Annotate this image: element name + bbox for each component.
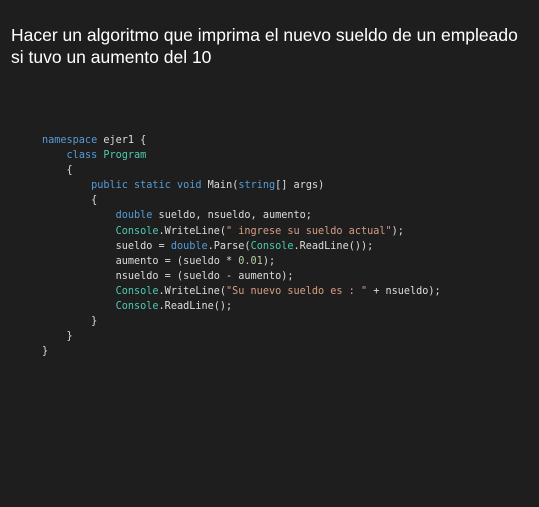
keyword-token: public [91,180,128,192]
code-line: public static void Main(string[] args) [42,178,441,193]
code-text: ejer1 { [97,135,147,146]
code-line: Console.WriteLine("Su nuevo sueldo es : … [42,284,441,299]
string-token: "Su nuevo sueldo es : " [226,285,368,297]
code-text: Main( [201,180,239,192]
code-text: ); [262,255,276,267]
keyword-token: static [134,180,171,192]
code-line: sueldo = double.Parse(Console.ReadLine()… [42,239,441,254]
code-text: .WriteLine( [158,225,227,237]
code-text: } [42,331,73,343]
code-line: { [42,163,441,178]
code-text: + nsueldo); [367,285,441,297]
code-text: sueldo = [42,240,171,252]
code-text: { [42,195,98,207]
number-token: 0.01 [238,255,263,267]
code-line: Console.ReadLine(); [42,299,441,314]
code-text: sueldo, nsueldo, aumento; [152,210,312,222]
code-line: aumento = (sueldo * 0.01); [42,254,441,269]
type-token: Console [250,240,294,252]
slide: Hacer un algoritmo que imprima el nuevo … [0,0,539,507]
slide-title-line-2: si tuvo un aumento del 10 [11,47,212,67]
type-token: Console [115,225,159,237]
code-block: namespace ejer1 { class Program { public… [42,133,441,359]
code-text: .ReadLine(); [158,301,233,313]
code-line: class Program [42,148,441,163]
code-line: nsueldo = (sueldo - aumento); [42,269,441,284]
type-token: Program [103,150,147,162]
code-text: [] args) [275,180,325,192]
code-line: } [42,314,441,329]
keyword-token: class [66,150,98,162]
slide-title-line-1: Hacer un algoritmo que imprima el nuevo … [11,25,518,45]
type-token: Console [115,285,159,297]
slide-title: Hacer un algoritmo que imprima el nuevo … [11,24,531,68]
code-text: .Parse( [207,240,251,252]
string-token: " ingrese su sueldo actual" [226,225,392,237]
code-line: } [42,329,441,344]
code-text: { [42,165,73,177]
keyword-token: double [115,210,153,222]
code-text: .WriteLine( [158,285,227,297]
code-text: } [42,316,98,328]
keyword-token: void [176,180,202,192]
code-text: .ReadLine()); [293,240,374,252]
code-text: } [42,346,49,358]
code-line: } [42,344,441,359]
code-text: nsueldo = (sueldo - aumento); [42,270,294,282]
code-text: ); [391,225,404,237]
keyword-token: namespace [42,135,98,146]
code-line: double sueldo, nsueldo, aumento; [42,208,441,223]
code-line: { [42,193,441,208]
code-text: aumento = (sueldo * [42,255,239,267]
code-line: namespace ejer1 { [42,133,441,148]
keyword-token: string [238,180,276,192]
keyword-token: double [170,240,208,252]
type-token: Console [115,301,159,313]
code-line: Console.WriteLine(" ingrese su sueldo ac… [42,224,441,239]
